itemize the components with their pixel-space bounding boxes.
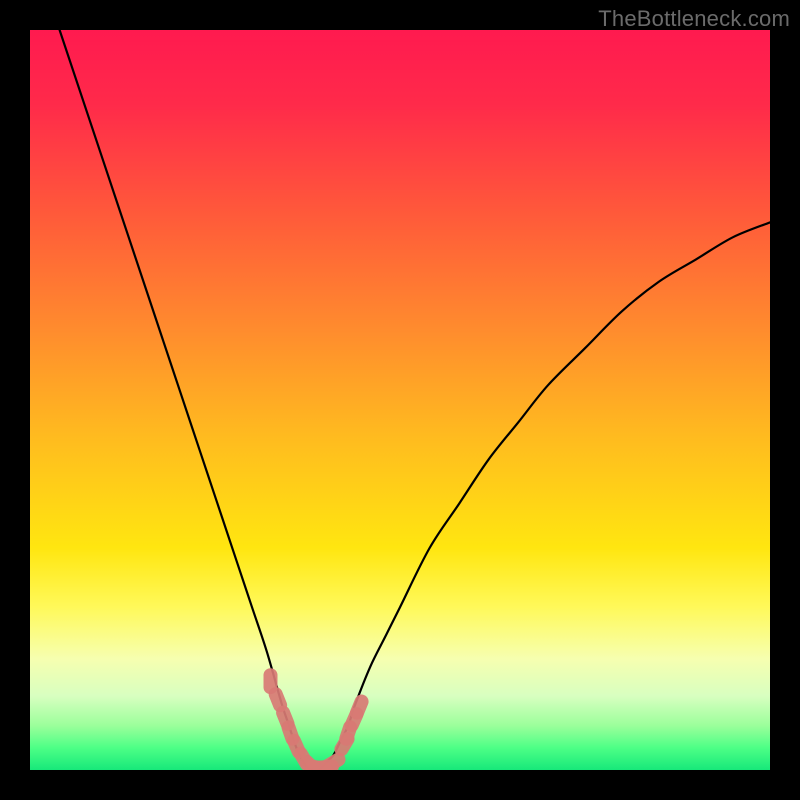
plot-area: [30, 30, 770, 770]
curve-layer: [30, 30, 770, 770]
chart-frame: TheBottleneck.com: [0, 0, 800, 800]
watermark-text: TheBottleneck.com: [598, 6, 790, 32]
bottleneck-curve: [60, 30, 770, 770]
highlighted-points: [264, 668, 371, 770]
